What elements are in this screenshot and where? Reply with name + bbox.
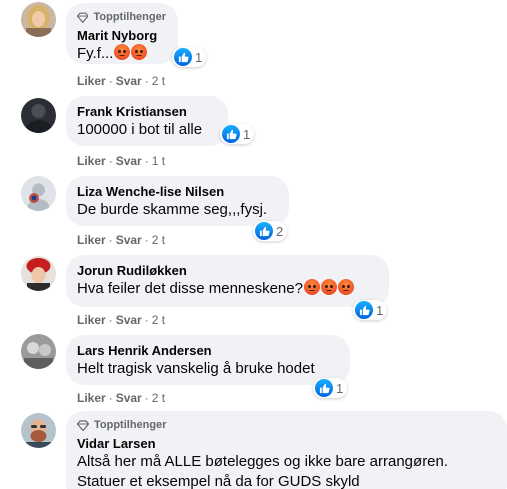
reaction-summary[interactable]: 1 xyxy=(220,124,255,144)
comment-text: Fy.f... xyxy=(77,44,166,64)
author-name[interactable]: Liza Wenche-lise Nilsen xyxy=(77,183,277,200)
like-link[interactable]: Liker xyxy=(77,74,106,88)
reply-link[interactable]: Svar xyxy=(116,233,142,247)
reply-link[interactable]: Svar xyxy=(116,74,142,88)
reply-link[interactable]: Svar xyxy=(116,313,142,327)
angry-emoji-icon xyxy=(131,44,148,60)
angry-emoji-icon xyxy=(303,279,320,295)
reply-link[interactable]: Svar xyxy=(116,391,142,405)
like-reaction-icon xyxy=(174,48,192,66)
avatar[interactable] xyxy=(21,256,56,291)
avatar[interactable] xyxy=(21,98,56,133)
timestamp[interactable]: 2 t xyxy=(152,233,165,247)
like-reaction-icon xyxy=(315,379,333,397)
like-link[interactable]: Liker xyxy=(77,391,106,405)
author-name[interactable]: Marit Nyborg xyxy=(77,27,166,44)
like-link[interactable]: Liker xyxy=(77,233,106,247)
reaction-count: 1 xyxy=(376,302,384,318)
top-fan-badge: Topptilhenger xyxy=(77,10,166,24)
comment-bubble: Liza Wenche-lise Nilsen De burde skamme … xyxy=(66,176,289,226)
badge-label: Topptilhenger xyxy=(93,11,166,23)
reaction-summary[interactable]: 1 xyxy=(313,378,348,398)
comment-text-line: Altså her må ALLE bøtelegges og ikke bar… xyxy=(77,453,449,470)
timestamp[interactable]: 2 t xyxy=(152,74,165,88)
reaction-count: 1 xyxy=(336,380,344,396)
comment-actions: Liker · Svar · 2 t xyxy=(77,74,166,88)
comment-bubble: Lars Henrik Andersen Helt tragisk vanske… xyxy=(66,335,350,385)
angry-emoji-icon xyxy=(337,279,354,295)
avatar[interactable] xyxy=(21,413,56,448)
like-reaction-icon xyxy=(222,125,240,143)
avatar[interactable] xyxy=(21,176,56,211)
author-name[interactable]: Frank Kristiansen xyxy=(77,103,216,120)
grey-photo-avatar-icon xyxy=(21,334,56,369)
comment-text-line: Statuer et eksempel nå da for GUDS skyld xyxy=(77,473,360,489)
reaction-count: 2 xyxy=(276,223,284,239)
reaction-count: 1 xyxy=(195,49,203,65)
woman-red-hat-avatar-icon xyxy=(21,256,56,291)
woman-blonde-avatar-icon xyxy=(21,2,56,37)
timestamp[interactable]: 2 t xyxy=(152,391,165,405)
comment-text: Helt tragisk vanskelig å bruke hodet xyxy=(77,360,315,377)
comment-bubble: Jorun Rudiløkken Hva feiler det disse me… xyxy=(66,255,389,307)
badge-label: Topptilhenger xyxy=(94,419,167,431)
reaction-count: 1 xyxy=(243,126,251,142)
comment-actions: Liker · Svar · 2 t xyxy=(77,233,166,247)
comment-text: De burde skamme seg,,,fysj. xyxy=(77,201,268,218)
diamond-icon xyxy=(77,419,89,431)
comment-text: 100000 i bot til alle xyxy=(77,121,203,138)
reaction-summary[interactable]: 2 xyxy=(253,221,288,241)
author-name[interactable]: Vidar Larsen xyxy=(77,435,495,452)
comment-text: Hva feiler det disse menneskene? xyxy=(77,279,377,299)
reaction-summary[interactable]: 1 xyxy=(353,300,388,320)
reaction-summary[interactable]: 1 xyxy=(172,47,207,67)
comment-actions: Liker · Svar · 2 t xyxy=(77,391,166,405)
like-reaction-icon xyxy=(255,222,273,240)
comment-actions: Liker · Svar · 1 t xyxy=(77,154,166,168)
avatar[interactable] xyxy=(21,334,56,369)
like-reaction-icon xyxy=(355,301,373,319)
diamond-icon xyxy=(77,12,89,23)
default-avatar-icon xyxy=(21,176,56,211)
comment-actions: Liker · Svar · 2 t xyxy=(77,313,166,327)
top-fan-badge: Topptilhenger xyxy=(77,418,495,432)
like-link[interactable]: Liker xyxy=(77,313,106,327)
avatar[interactable] xyxy=(21,2,56,37)
reply-link[interactable]: Svar xyxy=(116,154,142,168)
author-name[interactable]: Jorun Rudiløkken xyxy=(77,262,377,279)
like-link[interactable]: Liker xyxy=(77,154,106,168)
comment-bubble: Topptilhenger Marit Nyborg Fy.f... xyxy=(66,3,178,64)
author-name[interactable]: Lars Henrik Andersen xyxy=(77,342,338,359)
comment-bubble: Frank Kristiansen 100000 i bot til alle xyxy=(66,96,228,146)
angry-emoji-icon xyxy=(114,44,131,60)
angry-emoji-icon xyxy=(320,279,337,295)
comment-bubble: Topptilhenger Vidar Larsen Altså her må … xyxy=(66,411,507,489)
bearded-man-avatar-icon xyxy=(21,413,56,448)
timestamp[interactable]: 2 t xyxy=(152,313,165,327)
dark-avatar-icon xyxy=(21,98,56,133)
timestamp[interactable]: 1 t xyxy=(152,154,165,168)
